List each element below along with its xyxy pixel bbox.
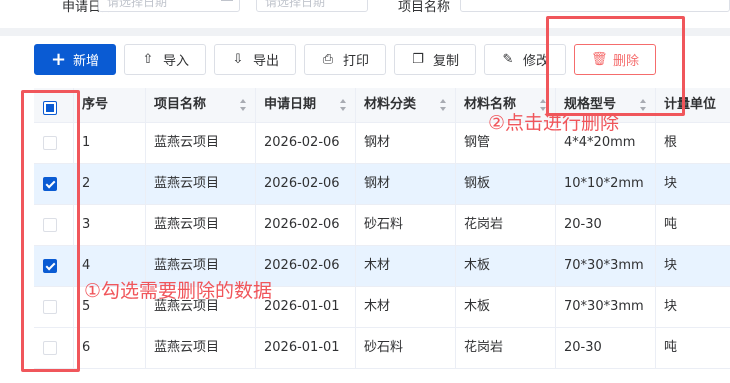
project-name-input[interactable] [460, 0, 730, 12]
cell-category: 砂石料 [356, 328, 456, 368]
row-select-cell [34, 205, 74, 245]
edit-button[interactable]: ✎ 修改 [484, 44, 566, 75]
cell-unit: 吨 [664, 217, 678, 232]
project-filter-label: 项目名称 [398, 0, 451, 15]
cell-unit: 块 [664, 299, 678, 314]
cell-index: 6 [74, 328, 146, 368]
cell-spec: 70*30*3mm [556, 287, 656, 327]
add-button[interactable]: + 新增 [34, 44, 116, 75]
print-button-label: 打印 [342, 54, 369, 69]
section-divider [0, 28, 730, 36]
column-header-label: 材料分类 [364, 97, 417, 112]
column-header-index[interactable]: 序号 [74, 88, 146, 122]
header-select-cell [34, 88, 74, 122]
row-checkbox[interactable] [43, 341, 57, 355]
copy-button[interactable]: ❐ 复制 [394, 44, 476, 75]
cell-spec: 20-30 [556, 205, 656, 245]
row-checkbox[interactable] [43, 136, 57, 150]
sort-icon[interactable] [240, 99, 247, 111]
column-header-unit[interactable]: 计量单位 [656, 88, 730, 122]
download-icon: ⇩ [232, 51, 244, 67]
start-date-input[interactable]: 请选择日期 [98, 0, 240, 12]
cell-index: 3 [74, 205, 146, 245]
export-button[interactable]: ⇩ 导出 [214, 44, 296, 75]
sort-icon[interactable] [340, 99, 347, 111]
cell-material: 花岗岩 [456, 328, 556, 368]
row-checkbox[interactable] [43, 177, 57, 191]
table-row[interactable]: 2 蓝燕云项目 2026-02-06 钢材 钢板 10*10*2mm 块 [34, 164, 730, 205]
table-row[interactable]: 3 蓝燕云项目 2026-02-06 砂石料 花岗岩 20-30 吨 [34, 205, 730, 246]
cell-material: 木板 [456, 287, 556, 327]
row-select-cell [34, 328, 74, 368]
column-header-label: 申请日期 [264, 97, 317, 112]
cell-unit: 根 [664, 135, 678, 150]
filter-bar: 申请日期 请选择日期 请选择日期 项目名称 [0, 0, 730, 24]
cell-unit: 块 [664, 258, 678, 273]
cell-unit: 吨 [664, 340, 678, 355]
end-date-input[interactable]: 请选择日期 [256, 0, 368, 12]
cell-date: 2026-01-01 [256, 328, 356, 368]
cell-material: 钢板 [456, 164, 556, 204]
row-checkbox[interactable] [43, 300, 57, 314]
cell-spec: 20-30 [556, 328, 656, 368]
cell-category: 钢材 [356, 123, 456, 163]
column-header-date[interactable]: 申请日期 [256, 88, 356, 122]
cell-project: 蓝燕云项目 [146, 123, 256, 163]
printer-icon: ⎙ [322, 51, 334, 67]
cell-project: 蓝燕云项目 [146, 205, 256, 245]
cell-date: 2026-02-06 [256, 123, 356, 163]
cell-spec: 70*30*3mm [556, 246, 656, 286]
cell-unit: 块 [664, 176, 678, 191]
plus-icon: + [50, 48, 67, 70]
edit-button-label: 修改 [522, 54, 549, 69]
cell-category: 钢材 [356, 164, 456, 204]
import-button-label: 导入 [162, 54, 189, 69]
cell-project: 蓝燕云项目 [146, 328, 256, 368]
column-header-label: 序号 [82, 97, 109, 112]
print-button[interactable]: ⎙ 打印 [304, 44, 386, 75]
cell-date: 2026-02-06 [256, 205, 356, 245]
export-button-label: 导出 [252, 54, 279, 69]
end-date-placeholder: 请选择日期 [265, 0, 326, 9]
cell-category: 木材 [356, 246, 456, 286]
sort-icon[interactable] [640, 99, 647, 111]
cell-date: 2026-02-06 [256, 164, 356, 204]
row-select-cell [34, 164, 74, 204]
column-header-project[interactable]: 项目名称 [146, 88, 256, 122]
cell-category: 木材 [356, 287, 456, 327]
copy-button-label: 复制 [432, 54, 459, 69]
calendar-icon [221, 0, 233, 1]
step1-annotation: ①勾选需要删除的数据 [84, 280, 273, 302]
pencil-icon: ✎ [502, 51, 514, 67]
column-header-label: 计量单位 [664, 97, 717, 112]
sort-icon[interactable] [440, 99, 447, 111]
upload-icon: ⇧ [142, 51, 154, 67]
cell-index: 2 [74, 164, 146, 204]
delete-button-label: 删除 [612, 54, 639, 69]
table-row[interactable]: 6 蓝燕云项目 2026-01-01 砂石料 花岗岩 20-30 吨 [34, 328, 730, 369]
cell-index: 1 [74, 123, 146, 163]
cell-project: 蓝燕云项目 [146, 164, 256, 204]
row-checkbox[interactable] [43, 259, 57, 273]
column-header-category[interactable]: 材料分类 [356, 88, 456, 122]
row-select-cell [34, 123, 74, 163]
cell-category: 砂石料 [356, 205, 456, 245]
column-header-label: 项目名称 [154, 97, 207, 112]
copy-icon: ❐ [412, 51, 424, 67]
add-button-label: 新增 [72, 54, 99, 69]
row-select-cell [34, 287, 74, 327]
table-row[interactable]: 1 蓝燕云项目 2026-02-06 钢材 钢管 4*4*20mm 根 [34, 123, 730, 164]
select-all-checkbox[interactable] [43, 101, 57, 115]
cell-spec: 10*10*2mm [556, 164, 656, 204]
cell-material: 花岗岩 [456, 205, 556, 245]
cell-material: 木板 [456, 246, 556, 286]
row-select-cell [34, 246, 74, 286]
row-checkbox[interactable] [43, 218, 57, 232]
start-date-placeholder: 请选择日期 [107, 0, 168, 9]
trash-icon: 🗑 [590, 51, 608, 67]
table-header: 序号 项目名称 申请日期 材料分类 材料名称 规格型号 计量单位 [34, 88, 730, 123]
delete-button[interactable]: 🗑 删除 [574, 44, 656, 75]
import-button[interactable]: ⇧ 导入 [124, 44, 206, 75]
step2-annotation: ②点击进行删除 [488, 112, 620, 134]
